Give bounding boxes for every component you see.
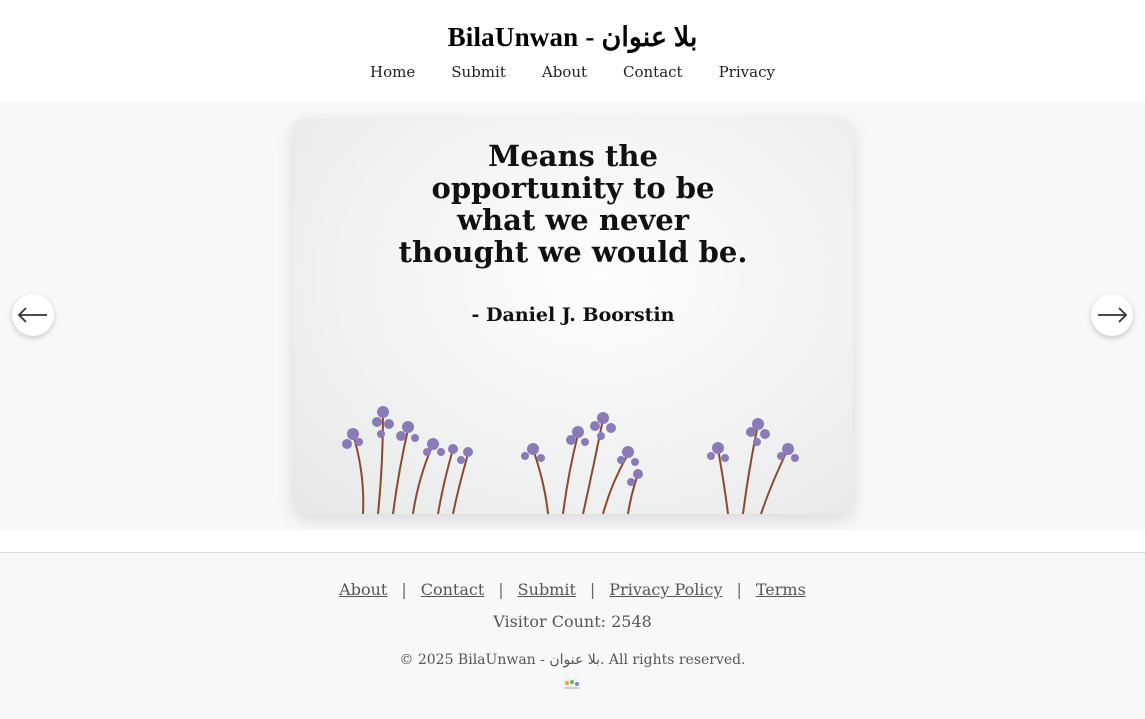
quote-line: opportunity to be — [431, 171, 715, 205]
quote-slide: Means the opportunity to be what we neve… — [293, 118, 853, 514]
dried-flowers-illustration — [342, 406, 799, 514]
site-footer: About | Contact | Submit | Privacy Polic… — [0, 554, 1145, 719]
nav-about[interactable]: About — [542, 63, 587, 81]
footer-link-privacy-policy[interactable]: Privacy Policy — [609, 580, 722, 599]
nav-contact[interactable]: Contact — [623, 63, 683, 81]
quote-line: Means the — [488, 139, 658, 173]
footer-separator: | — [401, 580, 407, 599]
quote-carousel: Means the opportunity to be what we neve… — [0, 102, 1145, 530]
site-title[interactable]: BilaUnwan - بلا عنوان — [0, 22, 1145, 53]
quote-text: Means the opportunity to be what we neve… — [293, 140, 853, 268]
footer-link-contact[interactable]: Contact — [421, 580, 485, 599]
carousel-next-button[interactable] — [1091, 294, 1133, 336]
nav-privacy[interactable]: Privacy — [719, 63, 775, 81]
footer-separator: | — [736, 580, 742, 599]
footer-links: About | Contact | Submit | Privacy Polic… — [0, 580, 1145, 599]
footer-link-submit[interactable]: Submit — [518, 580, 576, 599]
quote-line: thought we would be. — [398, 235, 748, 269]
quote-author: - Daniel J. Boorstin — [471, 304, 675, 326]
footer-separator: | — [589, 580, 596, 599]
site-header: BilaUnwan - بلا عنوان Home Submit About … — [0, 0, 1145, 102]
arrow-right-icon — [1098, 307, 1128, 323]
footer-link-about[interactable]: About — [339, 580, 387, 599]
carousel-prev-button[interactable] — [12, 294, 54, 336]
copyright-notice: © 2025 BilaUnwan - بلا عنوان. All rights… — [399, 652, 746, 668]
footer-link-terms[interactable]: Terms — [756, 580, 806, 599]
section-divider — [0, 530, 1145, 553]
nav-submit[interactable]: Submit — [451, 63, 506, 81]
nav-home[interactable]: Home — [370, 63, 415, 81]
footer-separator: | — [498, 580, 504, 599]
visitor-count: Visitor Count: 2548 — [493, 612, 652, 631]
main-nav: Home Submit About Contact Privacy — [0, 63, 1145, 81]
quote-line: what we never — [457, 203, 689, 237]
tracker-badge-icon — [563, 678, 581, 690]
arrow-left-icon — [17, 307, 47, 323]
